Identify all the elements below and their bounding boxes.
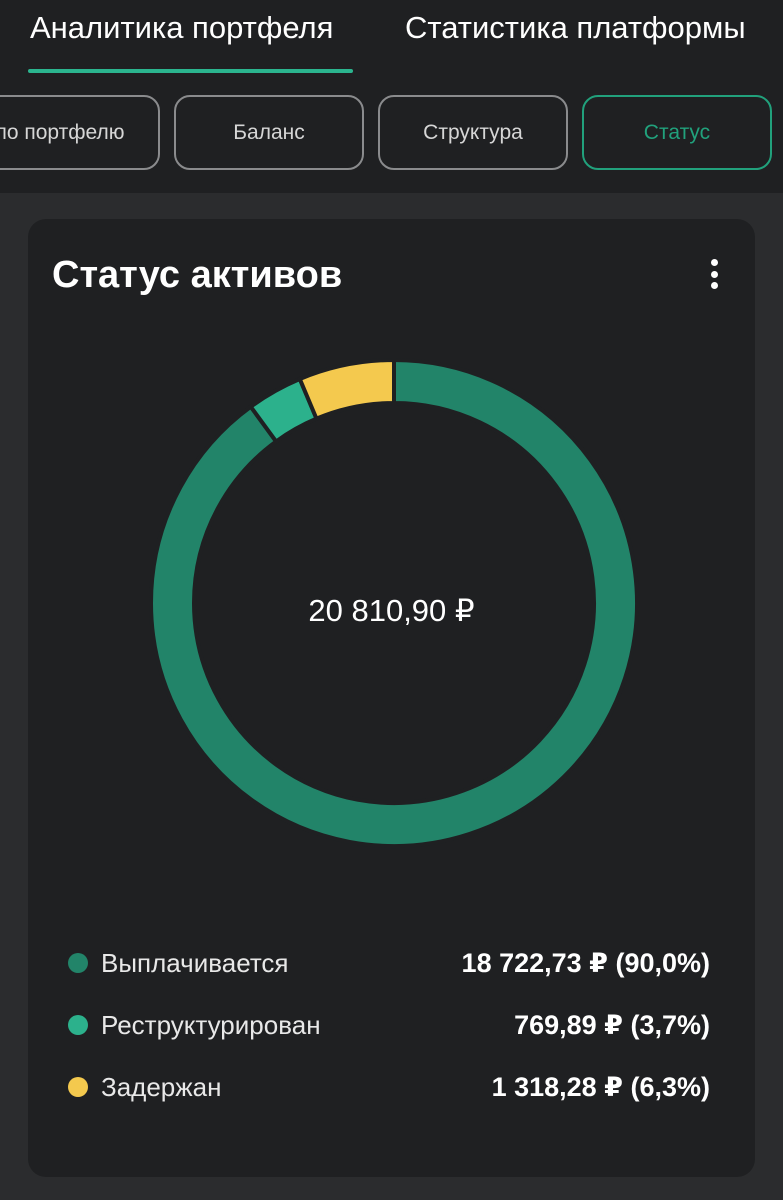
legend-label: Выплачивается xyxy=(101,947,289,978)
legend-value: 769,89 ₽ (3,7%) xyxy=(514,1009,710,1040)
legend-item-paying: Выплачивается 18 722,73 ₽ (90,0%) xyxy=(68,943,710,983)
legend-dot xyxy=(68,1015,88,1035)
active-tab-indicator xyxy=(28,69,353,73)
chart-total: 20 810,90 ₽ xyxy=(308,593,475,628)
tab-platform-statistics[interactable]: Статистика платформы xyxy=(405,8,746,48)
asset-status-card: Статус активов 20 810,90 ₽ Выплачивается… xyxy=(28,219,755,1177)
legend-value: 1 318,28 ₽ (6,3%) xyxy=(491,1071,710,1102)
legend-item-restructured: Реструктурирован 769,89 ₽ (3,7%) xyxy=(68,1005,710,1045)
top-bar: Аналитика портфеля Статистика платформы … xyxy=(0,0,783,193)
subtab-status[interactable]: Статус xyxy=(582,95,772,170)
subtab-portfolio[interactable]: по портфелю xyxy=(0,95,160,170)
subtab-balance[interactable]: Баланс xyxy=(174,95,364,170)
legend-value: 18 722,73 ₽ (90,0%) xyxy=(461,947,710,978)
tab-portfolio-analytics[interactable]: Аналитика портфеля xyxy=(30,8,333,48)
donut-slice-delayed[interactable] xyxy=(297,357,396,422)
legend-dot xyxy=(68,953,88,973)
subtab-structure[interactable]: Структура xyxy=(378,95,568,170)
legend-label: Задержан xyxy=(101,1071,222,1102)
legend-dot xyxy=(68,1077,88,1097)
legend-item-delayed: Задержан 1 318,28 ₽ (6,3%) xyxy=(68,1067,710,1107)
legend-label: Реструктурирован xyxy=(101,1009,321,1040)
